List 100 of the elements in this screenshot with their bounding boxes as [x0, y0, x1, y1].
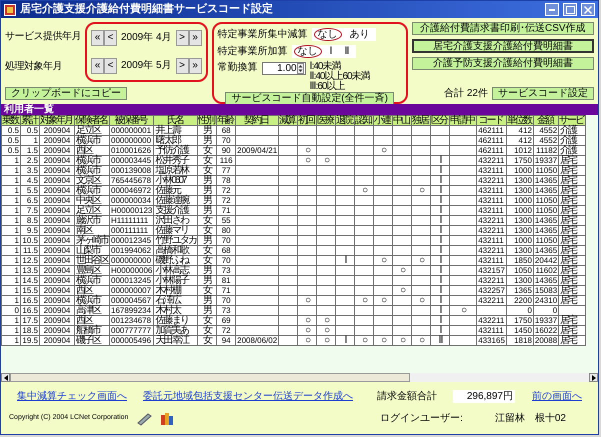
list-title: 利用者一覧	[1, 104, 598, 115]
books-icon	[160, 411, 174, 426]
table-cell: 木村 太	[154, 306, 198, 316]
prev-month-button[interactable]: <	[104, 30, 117, 46]
table-cell: 200904	[40, 136, 74, 146]
option-toggle[interactable]: Ⅱ	[340, 45, 354, 58]
table-cell: 1850	[506, 256, 534, 266]
service-code-button[interactable]: サービスコード設定	[492, 87, 594, 100]
column-header: サービ	[558, 116, 586, 126]
table-cell: 000139008	[110, 166, 154, 176]
table-cell: 200904	[40, 166, 74, 176]
app-icon	[4, 4, 16, 16]
table-cell: 200904	[40, 336, 74, 346]
table-cell: 1000	[506, 236, 534, 246]
window-control[interactable]	[581, 3, 595, 16]
table-cell: 200904	[40, 156, 74, 166]
table-cell: 14365	[533, 176, 559, 186]
option-toggle[interactable]: Ⅰ	[326, 45, 337, 58]
addition-label: 特定事業所加算	[218, 46, 288, 58]
table-cell: 432111	[476, 206, 506, 216]
nav-link[interactable]: 集中減算チェック画面へ	[17, 390, 127, 402]
next-year-button[interactable]: »	[188, 58, 202, 74]
option-toggle[interactable]: なし	[294, 45, 322, 58]
action-button[interactable]: 介護給付費請求書印刷･伝送CSV作成	[412, 22, 594, 35]
table-cell: 11050	[533, 236, 559, 246]
column-header: 小連	[374, 116, 393, 126]
table-cell: 0.5	[2, 146, 20, 156]
option-toggle[interactable]: あり	[346, 28, 374, 41]
auto-set-button[interactable]: サービスコード自動設定(全件一斉)	[225, 92, 394, 105]
option-toggle[interactable]: なし	[314, 28, 342, 41]
table-cell: 居宅	[558, 216, 586, 226]
table-cell: 船橋市	[74, 326, 110, 336]
table-cell: 14365	[533, 226, 559, 236]
prev-year-button[interactable]: «	[91, 30, 104, 46]
table-cell: 432211	[476, 176, 506, 186]
scroll-left-button[interactable]	[1, 373, 10, 382]
table-cell: 432111	[476, 236, 506, 246]
prev-year-button[interactable]: «	[91, 58, 104, 74]
table-cell: 77	[216, 166, 236, 176]
scrollbar-thumb[interactable]	[10, 373, 410, 382]
table-cell: 豊島区	[74, 266, 110, 276]
prev-month-button[interactable]: <	[104, 58, 117, 74]
table-cell: 男	[198, 236, 217, 246]
table-cell: 14365	[533, 246, 559, 256]
table-cell: 松井 秀子	[154, 156, 198, 166]
table-cell: 200904	[40, 256, 74, 266]
clipboard-button[interactable]: クリップボードにコピー	[5, 87, 127, 100]
table-cell: 1450	[506, 326, 534, 336]
table-cell: 462111	[476, 146, 506, 156]
table-cell: 70	[216, 136, 236, 146]
scroll-right-button[interactable]	[589, 373, 598, 382]
table-cell: 小林 陽子	[154, 276, 198, 286]
table-cell: 居宅	[558, 176, 586, 186]
table-cell: 高津区	[74, 306, 110, 316]
maximize-icon	[566, 6, 574, 14]
table-cell: 11050	[533, 206, 559, 216]
table-cell: 200904	[40, 126, 74, 136]
table-cell: 沢田 さわ	[154, 216, 198, 226]
table-cell: 2009/04/21	[236, 146, 279, 156]
table-cell: Ⅰ	[430, 206, 450, 216]
next-year-button[interactable]: »	[188, 30, 202, 46]
table-cell: 765445678	[110, 176, 154, 186]
table-cell: 19337	[533, 316, 559, 326]
table-cell: 居宅	[558, 166, 586, 176]
table-cell: 8.5	[20, 216, 40, 226]
table-cell: 200904	[40, 306, 74, 316]
action-button[interactable]: 居宅介護支援介護給付費明細書	[412, 39, 594, 53]
table-cell: 14.5	[20, 276, 40, 286]
fte-value: 1.00	[277, 63, 297, 74]
next-month-button[interactable]: >	[176, 58, 189, 74]
fte-field[interactable]: 1.00	[262, 62, 306, 75]
window-control[interactable]	[545, 3, 559, 16]
table-cell: 1	[2, 166, 20, 176]
table-cell: 居宅	[558, 326, 586, 336]
table-cell: 5.5	[20, 186, 40, 196]
back-link[interactable]: 前の画面へ	[532, 390, 582, 402]
action-button[interactable]: 介護予防支援介護給付費明細書	[412, 57, 594, 70]
table-cell: 女	[198, 336, 217, 346]
table-cell: 1000	[506, 166, 534, 176]
nav-link[interactable]: 委託元地域包括支援センター伝送データ作成へ	[143, 390, 353, 402]
table-cell: H11111111	[110, 216, 154, 226]
table-cell: 1050	[506, 266, 534, 276]
next-month-button[interactable]: >	[176, 30, 189, 46]
table-cell: Ⅰ	[430, 166, 450, 176]
table-cell: 15.5	[20, 286, 40, 296]
table-cell: 432111	[476, 166, 506, 176]
table-cell: 1	[2, 286, 20, 296]
table-cell: ○	[354, 186, 374, 196]
table-cell: 1	[2, 316, 20, 326]
table-cell: 文京区	[74, 176, 110, 186]
table-cell: 000005496	[110, 336, 154, 346]
table-cell: 1300	[506, 226, 534, 236]
window-control[interactable]	[563, 3, 577, 16]
table-cell: 介護	[558, 126, 586, 136]
table-cell: 000000007	[110, 286, 154, 296]
table-cell: 000003445	[110, 156, 154, 166]
column-header: 契約日	[236, 116, 279, 126]
table-cell: 居宅	[558, 256, 586, 266]
spinner-icon	[296, 63, 304, 74]
table-cell: 女	[198, 286, 217, 296]
